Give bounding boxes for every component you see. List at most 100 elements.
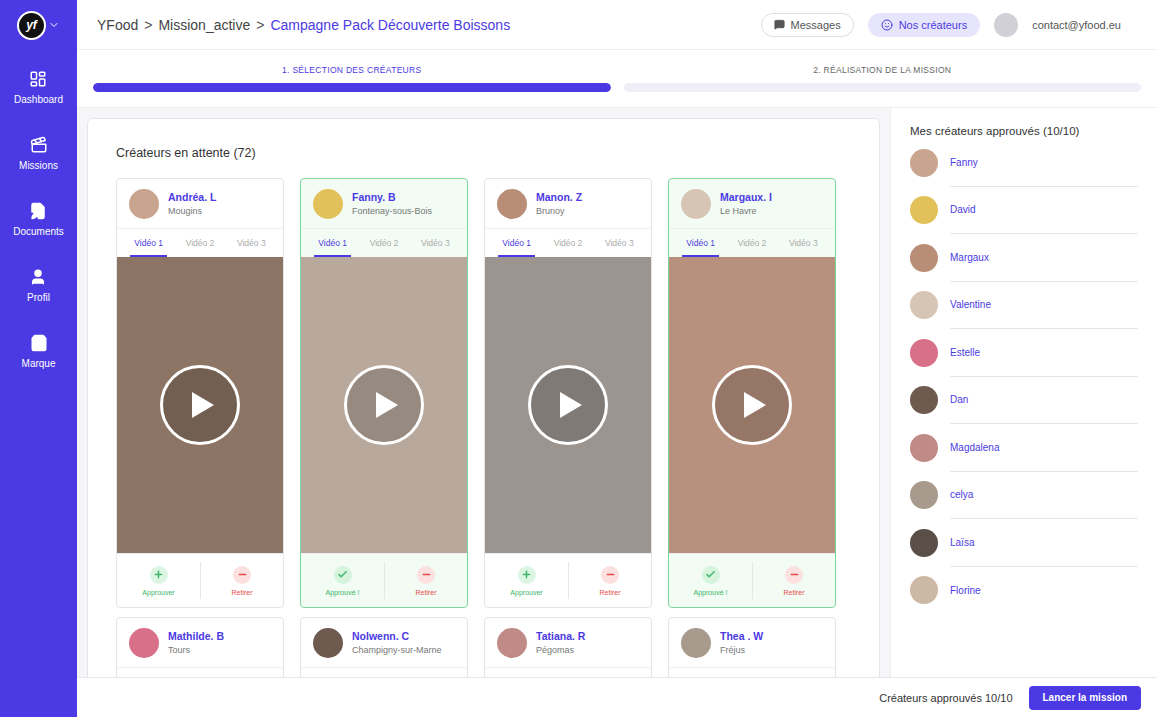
approved-name: Florine xyxy=(950,567,1138,615)
video-tab[interactable]: Vidéo 2 xyxy=(550,229,587,257)
video-preview[interactable] xyxy=(301,257,467,553)
approve-button[interactable]: Approuver xyxy=(117,562,200,599)
video-tab[interactable]: Vidéo 3 xyxy=(601,229,638,257)
remove-button[interactable]: Retirer xyxy=(568,562,651,599)
approved-creator[interactable]: David xyxy=(910,187,1138,235)
pending-title: Créateurs en attente (72) xyxy=(116,143,851,163)
approved-name: Margaux xyxy=(950,234,1138,282)
approved-creator[interactable]: Valentine xyxy=(910,282,1138,330)
card-body xyxy=(669,668,835,677)
creator-avatar xyxy=(129,189,159,219)
creator-name[interactable]: Mathilde. B xyxy=(168,630,224,642)
sidebar-item[interactable]: Documents xyxy=(13,192,64,258)
play-icon xyxy=(374,390,400,420)
step-track xyxy=(624,83,1142,92)
creator-name[interactable]: Manon. Z xyxy=(536,191,582,203)
creator-card: Margaux. ILe HavreVidéo 1Vidéo 2Vidéo 3A… xyxy=(668,178,836,608)
nav-icon xyxy=(29,70,47,88)
video-tab[interactable]: Vidéo 3 xyxy=(233,229,270,257)
step-track xyxy=(93,83,611,92)
video-tabs: Vidéo 1 Vidéo 2 Vidéo 3 xyxy=(669,229,835,257)
creator-card: Mathilde. BTours xyxy=(116,617,284,677)
messages-button[interactable]: Messages xyxy=(761,13,854,37)
play-icon xyxy=(742,390,768,420)
approved-creator[interactable]: Margaux xyxy=(910,234,1138,282)
approved-panel: Mes créateurs approuvés (10/10)FannyDavi… xyxy=(890,108,1157,677)
creator-name[interactable]: Margaux. I xyxy=(720,191,772,203)
sidebar-item[interactable]: Marque xyxy=(22,324,56,390)
approved-title: Mes créateurs approuvés (10/10) xyxy=(910,124,1138,138)
approved-avatar xyxy=(910,529,938,557)
approved-creator[interactable]: Dan xyxy=(910,377,1138,425)
approve-button[interactable]: Approuvé ! xyxy=(301,562,384,599)
video-tab[interactable]: Vidéo 3 xyxy=(417,229,454,257)
breadcrumb-separator: > xyxy=(144,17,152,33)
video-tabs: Vidéo 1 Vidéo 2 Vidéo 3 xyxy=(485,229,651,257)
breadcrumb-item[interactable]: YFood xyxy=(97,17,138,33)
smile-icon xyxy=(881,19,893,31)
play-button[interactable] xyxy=(160,365,240,445)
creator-name[interactable]: Tatiana. R xyxy=(536,630,585,642)
creator-name[interactable]: Nolwenn. C xyxy=(352,630,442,642)
play-button[interactable] xyxy=(344,365,424,445)
creator-name[interactable]: Fanny. B xyxy=(352,191,432,203)
creator-identity: Manon. ZBrunoy xyxy=(536,191,582,216)
video-preview[interactable] xyxy=(669,257,835,553)
launch-button[interactable]: Lancer la mission xyxy=(1029,686,1141,710)
video-tab[interactable]: Vidéo 1 xyxy=(314,229,351,257)
video-tab[interactable]: Vidéo 2 xyxy=(734,229,771,257)
breadcrumb-separator: > xyxy=(256,17,264,33)
stepper: 1. SÉLECTION DES CRÉATEURS2. RÉALISATION… xyxy=(77,50,1157,108)
creator-name[interactable]: Thea . W xyxy=(720,630,763,642)
approved-creator[interactable]: Laïsa xyxy=(910,519,1138,567)
creator-city: Pégomas xyxy=(536,645,585,655)
minus-icon xyxy=(605,569,616,580)
creator-identity: Mathilde. BTours xyxy=(168,630,224,655)
user-email[interactable]: contact@yfood.eu xyxy=(1032,19,1141,31)
creator-card-header: Manon. ZBrunoy xyxy=(485,179,651,229)
approved-avatar xyxy=(910,386,938,414)
remove-button[interactable]: Retirer xyxy=(752,562,835,599)
approved-creator[interactable]: Magdalena xyxy=(910,424,1138,472)
approved-creator[interactable]: Fanny xyxy=(910,139,1138,187)
video-preview[interactable] xyxy=(485,257,651,553)
breadcrumb: YFood > Mission_active > Campagne Pack Décou… xyxy=(97,17,510,33)
breadcrumb-item[interactable]: Campagne Pack Découverte Boissons xyxy=(270,17,510,33)
sidebar-item[interactable]: Missions xyxy=(19,126,58,192)
sidebar-item[interactable]: Profil xyxy=(27,258,50,324)
sidebar-item[interactable]: Dashboard xyxy=(14,60,63,126)
play-button[interactable] xyxy=(712,365,792,445)
remove-badge xyxy=(233,566,251,584)
plus-icon xyxy=(153,569,164,580)
approved-creator[interactable]: celya xyxy=(910,472,1138,520)
video-tab[interactable]: Vidéo 1 xyxy=(682,229,719,257)
video-tab[interactable]: Vidéo 2 xyxy=(182,229,219,257)
approved-count: Créateurs approuvés 10/10 xyxy=(879,692,1012,704)
creator-name[interactable]: Andréa. L xyxy=(168,191,216,203)
remove-button[interactable]: Retirer xyxy=(200,562,283,599)
approve-button[interactable]: Approuver xyxy=(485,562,568,599)
approved-avatar xyxy=(910,339,938,367)
creators-button[interactable]: Nos créateurs xyxy=(868,13,980,37)
video-tab[interactable]: Vidéo 1 xyxy=(498,229,535,257)
video-tab[interactable]: Vidéo 2 xyxy=(366,229,403,257)
creator-card-header: Nolwenn. CChampigny-sur-Marne xyxy=(301,618,467,668)
approve-button[interactable]: Approuvé ! xyxy=(669,562,752,599)
logo-menu[interactable]: yf xyxy=(17,10,60,40)
remove-button[interactable]: Retirer xyxy=(384,562,467,599)
approve-badge xyxy=(518,566,536,584)
remove-badge xyxy=(601,566,619,584)
breadcrumb-item[interactable]: Mission_active xyxy=(158,17,250,33)
creator-avatar xyxy=(129,628,159,658)
check-icon xyxy=(705,569,716,580)
video-tab[interactable]: Vidéo 1 xyxy=(130,229,167,257)
approve-badge xyxy=(150,566,168,584)
creator-grid: Andréa. LMouginsVidéo 1Vidéo 2Vidéo 3App… xyxy=(116,178,851,677)
play-button[interactable] xyxy=(528,365,608,445)
video-tab[interactable]: Vidéo 3 xyxy=(785,229,822,257)
video-preview[interactable] xyxy=(117,257,283,553)
approved-creator[interactable]: Florine xyxy=(910,567,1138,615)
minus-icon xyxy=(421,569,432,580)
user-avatar[interactable] xyxy=(994,13,1018,37)
approved-creator[interactable]: Estelle xyxy=(910,329,1138,377)
